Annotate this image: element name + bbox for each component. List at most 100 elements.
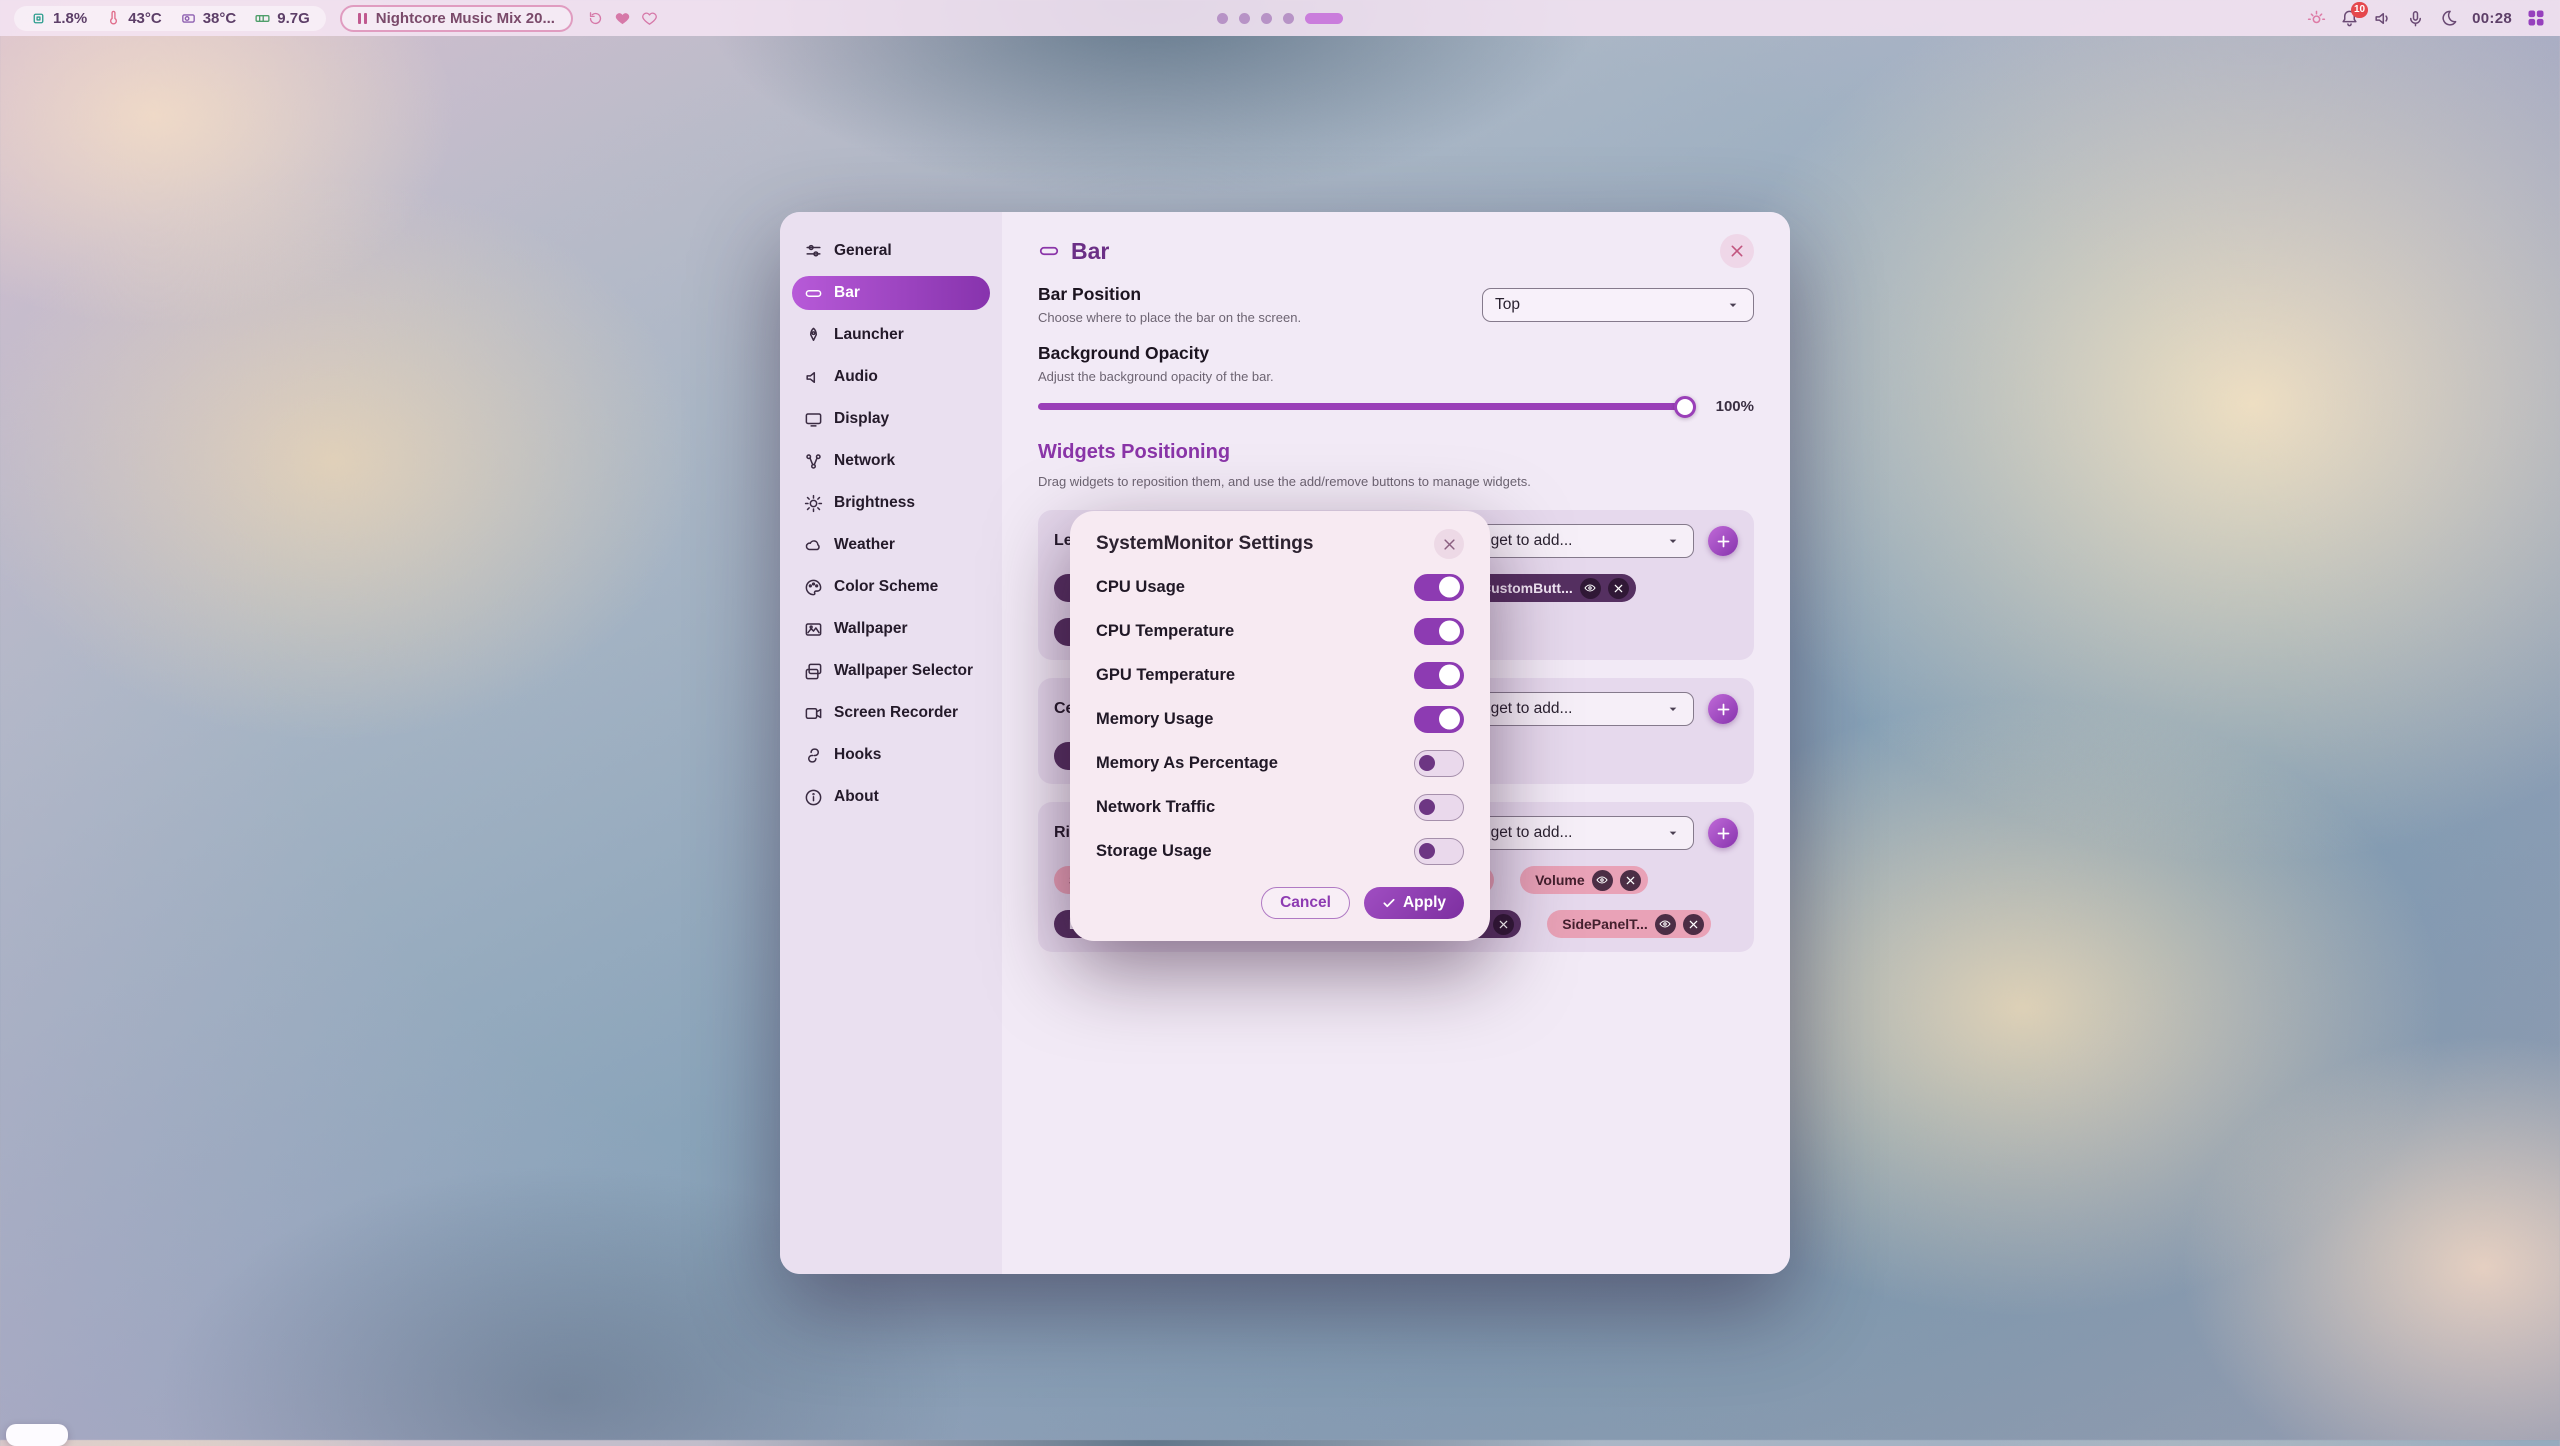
sidebar-item-wallpaper-selector[interactable]: Wallpaper Selector — [792, 654, 990, 688]
cpu-temp-value: 43°C — [128, 10, 162, 27]
toggle-storage-usage[interactable] — [1414, 838, 1464, 865]
top-bar: 1.8% 43°C 38°C 9.7G Nightcore Music Mix … — [0, 0, 2560, 36]
widget-chip-label: SidePanelT... — [1562, 916, 1648, 932]
opacity-slider-fill — [1038, 403, 1692, 410]
heart-outline-icon[interactable] — [641, 10, 658, 27]
toggle-label: Storage Usage — [1096, 842, 1212, 861]
sidebar-item-wallpaper[interactable]: Wallpaper — [792, 612, 990, 646]
add-widget-button[interactable] — [1708, 526, 1738, 556]
close-window-button[interactable] — [1720, 234, 1754, 268]
close-icon — [1442, 537, 1457, 552]
sidebar-item-display[interactable]: Display — [792, 402, 990, 436]
sidebar-item-label: General — [834, 242, 892, 260]
chevron-down-icon — [1665, 701, 1681, 717]
link-icon — [804, 746, 823, 765]
workspace-dot[interactable] — [1261, 13, 1272, 24]
close-icon[interactable] — [1493, 914, 1514, 935]
sidebar-item-label: Hooks — [834, 746, 881, 764]
toggle-memory-usage[interactable] — [1414, 706, 1464, 733]
sidebar-item-general[interactable]: General — [792, 234, 990, 268]
opacity-slider[interactable] — [1038, 403, 1692, 410]
sidebar-item-weather[interactable]: Weather — [792, 528, 990, 562]
close-icon[interactable] — [1683, 914, 1704, 935]
sunset-icon[interactable] — [2307, 9, 2326, 28]
cpu-usage-value: 1.8% — [53, 10, 87, 27]
network-icon — [804, 452, 823, 471]
bar-icon — [1038, 240, 1060, 262]
close-icon[interactable] — [1620, 870, 1641, 891]
images-icon — [804, 662, 823, 681]
microphone-icon[interactable] — [2406, 9, 2425, 28]
toggle-label: Network Traffic — [1096, 798, 1215, 817]
system-stats-pill[interactable]: 1.8% 43°C 38°C 9.7G — [14, 6, 326, 31]
eye-icon[interactable] — [1592, 870, 1613, 891]
image-icon — [804, 620, 823, 639]
plus-icon — [1716, 534, 1731, 549]
workspace-dot[interactable] — [1239, 13, 1250, 24]
bottom-left-window-sliver — [6, 1424, 68, 1446]
gpu-temp-stat: 38°C — [180, 10, 237, 27]
add-widget-button[interactable] — [1708, 694, 1738, 724]
speaker-icon — [804, 368, 823, 387]
close-icon[interactable] — [1608, 578, 1629, 599]
sidebar-item-network[interactable]: Network — [792, 444, 990, 478]
opacity-slider-thumb[interactable] — [1674, 396, 1696, 418]
workspace-indicators[interactable] — [1217, 0, 1343, 36]
speaker-icon[interactable] — [2373, 9, 2392, 28]
sidebar-item-brightness[interactable]: Brightness — [792, 486, 990, 520]
sliders-icon — [804, 242, 823, 261]
workspace-active-pill[interactable] — [1305, 13, 1343, 24]
sidebar-item-label: Screen Recorder — [834, 704, 958, 722]
widgets-positioning-title: Widgets Positioning — [1038, 441, 1754, 464]
toggle-label: CPU Usage — [1096, 578, 1185, 597]
background-opacity-label: Background Opacity — [1038, 343, 1754, 364]
eye-icon[interactable] — [1655, 914, 1676, 935]
monitor-icon — [804, 410, 823, 429]
toggle-network-traffic[interactable] — [1414, 794, 1464, 821]
cpu-usage-stat: 1.8% — [30, 10, 87, 27]
sidebar-item-label: Brightness — [834, 494, 915, 512]
widget-chip[interactable]: CustomButt... — [1466, 574, 1636, 602]
eye-icon[interactable] — [1580, 578, 1601, 599]
clock[interactable]: 00:28 — [2472, 10, 2512, 27]
app-grid-icon[interactable] — [2526, 8, 2546, 28]
toggle-cpu-temperature[interactable] — [1414, 618, 1464, 645]
apply-button[interactable]: Apply — [1364, 887, 1464, 919]
chevron-down-icon — [1725, 297, 1741, 313]
media-player-chip[interactable]: Nightcore Music Mix 20... — [340, 5, 573, 32]
sidebar-item-label: Wallpaper — [834, 620, 908, 638]
sidebar-item-label: Launcher — [834, 326, 904, 344]
sidebar-item-label: Audio — [834, 368, 878, 386]
workspace-dot[interactable] — [1283, 13, 1294, 24]
sidebar-item-label: Weather — [834, 536, 895, 554]
sidebar-item-bar[interactable]: Bar — [792, 276, 990, 310]
sidebar-item-about[interactable]: About — [792, 780, 990, 814]
ram-stat: 9.7G — [254, 10, 310, 27]
sidebar-item-launcher[interactable]: Launcher — [792, 318, 990, 352]
workspace-dot[interactable] — [1217, 13, 1228, 24]
notifications-bell[interactable]: 10 — [2340, 9, 2359, 28]
widget-chip-label: Volume — [1535, 872, 1585, 888]
widget-chip[interactable]: Volume — [1520, 866, 1648, 894]
gpu-temp-icon — [180, 10, 197, 27]
heart-icon[interactable] — [614, 10, 631, 27]
systemmonitor-settings-modal: SystemMonitor Settings CPU Usage CPU Tem… — [1070, 511, 1490, 941]
toggle-gpu-temperature[interactable] — [1414, 662, 1464, 689]
sidebar-item-audio[interactable]: Audio — [792, 360, 990, 394]
plus-icon — [1716, 826, 1731, 841]
sidebar-item-color-scheme[interactable]: Color Scheme — [792, 570, 990, 604]
toggle-cpu-usage[interactable] — [1414, 574, 1464, 601]
widget-chip[interactable]: SidePanelT... — [1547, 910, 1711, 938]
notification-count-badge: 10 — [2351, 2, 2368, 18]
bar-position-dropdown[interactable]: Top — [1482, 288, 1754, 322]
modal-close-button[interactable] — [1434, 529, 1464, 559]
cpu-icon — [30, 10, 47, 27]
sidebar-item-hooks[interactable]: Hooks — [792, 738, 990, 772]
sidebar-item-screen-recorder[interactable]: Screen Recorder — [792, 696, 990, 730]
toggle-memory-as-percentage[interactable] — [1414, 750, 1464, 777]
cancel-button[interactable]: Cancel — [1261, 887, 1350, 919]
add-widget-button[interactable] — [1708, 818, 1738, 848]
moon-icon[interactable] — [2439, 9, 2458, 28]
loop-icon[interactable] — [587, 10, 604, 27]
sidebar-item-label: Bar — [834, 284, 860, 302]
